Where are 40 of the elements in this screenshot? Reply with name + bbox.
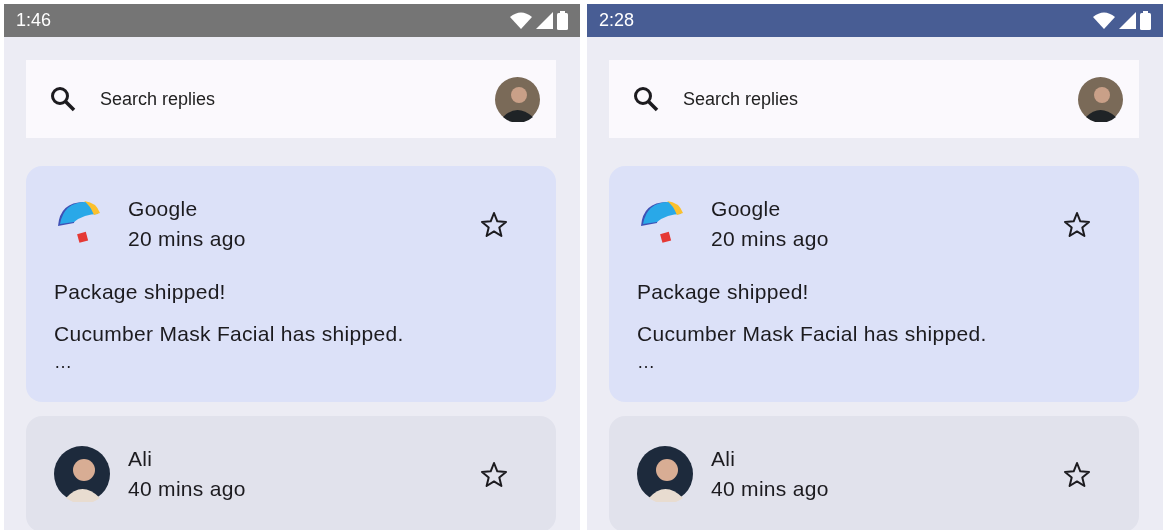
person-avatar-icon — [637, 446, 693, 502]
email-card[interactable]: Google 20 mins ago Package shipped! Cucumber Mask Facial has shipped. … — [609, 166, 1139, 402]
search-placeholder: Search replies — [100, 88, 217, 110]
star-icon[interactable] — [1063, 460, 1091, 488]
sender-name: Google — [128, 197, 199, 221]
email-time: 40 mins ago — [128, 477, 247, 501]
sender-name: Ali — [128, 447, 154, 471]
search-bar[interactable]: Search replies — [609, 60, 1139, 138]
battery-icon — [1140, 11, 1151, 30]
email-time: 40 mins ago — [711, 477, 830, 501]
status-time: 2:28 — [599, 10, 636, 31]
sender-name: Ali — [711, 447, 737, 471]
signal-icon — [536, 12, 553, 29]
battery-icon — [557, 11, 568, 30]
ellipsis-text: … — [637, 352, 656, 372]
profile-avatar-icon[interactable] — [495, 76, 540, 122]
status-time: 1:46 — [16, 10, 53, 31]
email-card[interactable]: Ali 40 mins ago — [609, 416, 1139, 530]
search-icon — [633, 86, 659, 112]
email-preview: Cucumber Mask Facial has shipped. — [637, 322, 988, 346]
email-card[interactable]: Ali 40 mins ago — [26, 416, 556, 530]
person-avatar-icon — [54, 446, 110, 502]
email-time: 20 mins ago — [128, 227, 247, 251]
email-card[interactable]: Google 20 mins ago Package shipped! Cucumber Mask Facial has shipped. … — [26, 166, 556, 402]
wifi-icon — [510, 12, 532, 29]
star-icon[interactable] — [480, 210, 508, 238]
signal-icon — [1119, 12, 1136, 29]
wifi-icon — [1093, 12, 1115, 29]
profile-avatar-icon[interactable] — [1078, 76, 1123, 122]
star-icon[interactable] — [1063, 210, 1091, 238]
sender-name: Google — [711, 197, 782, 221]
ellipsis-text: … — [54, 352, 73, 372]
email-preview: Cucumber Mask Facial has shipped. — [54, 322, 405, 346]
search-placeholder: Search replies — [683, 88, 800, 110]
email-time: 20 mins ago — [711, 227, 830, 251]
star-icon[interactable] — [480, 460, 508, 488]
search-bar[interactable]: Search replies — [26, 60, 556, 138]
search-icon — [50, 86, 76, 112]
email-subject: Package shipped! — [637, 280, 810, 304]
email-subject: Package shipped! — [54, 280, 227, 304]
